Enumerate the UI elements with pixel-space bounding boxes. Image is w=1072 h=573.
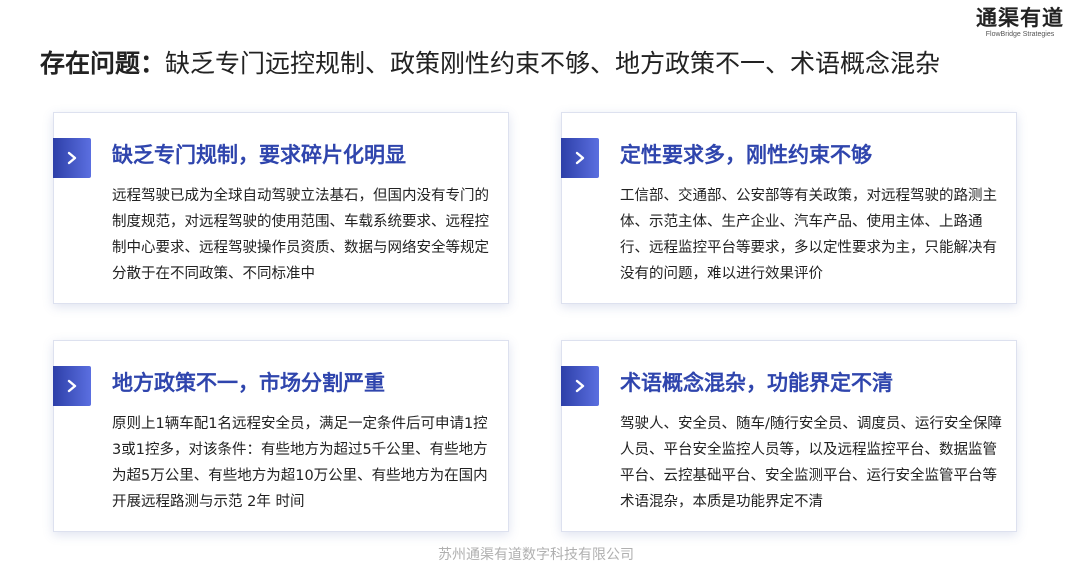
card-body: 驾驶人、安全员、随车/随行安全员、调度员、运行安全保障人员、平台安全监控人员等，… [620,416,1002,510]
card-title: 术语概念混杂，功能界定不清 [620,371,893,395]
card-title: 定性要求多，刚性约束不够 [620,143,872,167]
problem-card-local-policy-divergence: 地方政策不一，市场分割严重 原则上1辆车配1名远程安全员，满足一定条件后可申请1… [53,340,509,532]
logo-name-cn: 通渠有道 [976,6,1064,30]
footer-company-name: 苏州通渠有道数字科技有限公司 [438,547,634,563]
company-logo: 通渠有道 FlowBridge Strategies [976,6,1064,39]
chevron-right-icon [53,366,91,406]
logo-name-en: FlowBridge Strategies [985,31,1055,38]
title-text: 缺乏专门远控规制、政策刚性约束不够、地方政策不一、术语概念混杂 [165,49,941,78]
slide: 通渠有道 FlowBridge Strategies 存在问题：缺乏专门远控规制… [0,0,1072,573]
problem-card-fragmented-regulation: 缺乏专门规制，要求碎片化明显 远程驾驶已成为全球自动驾驶立法基石，但国内没有专门… [53,112,509,304]
card-body: 原则上1辆车配1名远程安全员，满足一定条件后可申请1控3或1控多，对该条件：有些… [112,416,488,510]
card-title: 地方政策不一，市场分割严重 [112,371,385,395]
card-title: 缺乏专门规制，要求碎片化明显 [112,143,406,167]
chevron-right-icon [561,366,599,406]
title-prefix: 存在问题 [40,49,141,78]
chevron-right-icon [561,138,599,178]
chevron-right-icon [53,138,91,178]
title-separator: ： [140,49,166,78]
problem-card-weak-constraints: 定性要求多，刚性约束不够 工信部、交通部、公安部等有关政策，对远程驾驶的路测主体… [561,112,1017,304]
card-body: 远程驾驶已成为全球自动驾驶立法基石，但国内没有专门的制度规范，对远程驾驶的使用范… [112,188,489,282]
problem-card-terminology-confusion: 术语概念混杂，功能界定不清 驾驶人、安全员、随车/随行安全员、调度员、运行安全保… [561,340,1017,532]
page-title: 存在问题：缺乏专门远控规制、政策刚性约束不够、地方政策不一、术语概念混杂 [40,44,940,84]
card-body: 工信部、交通部、公安部等有关政策，对远程驾驶的路测主体、示范主体、生产企业、汽车… [620,188,997,282]
